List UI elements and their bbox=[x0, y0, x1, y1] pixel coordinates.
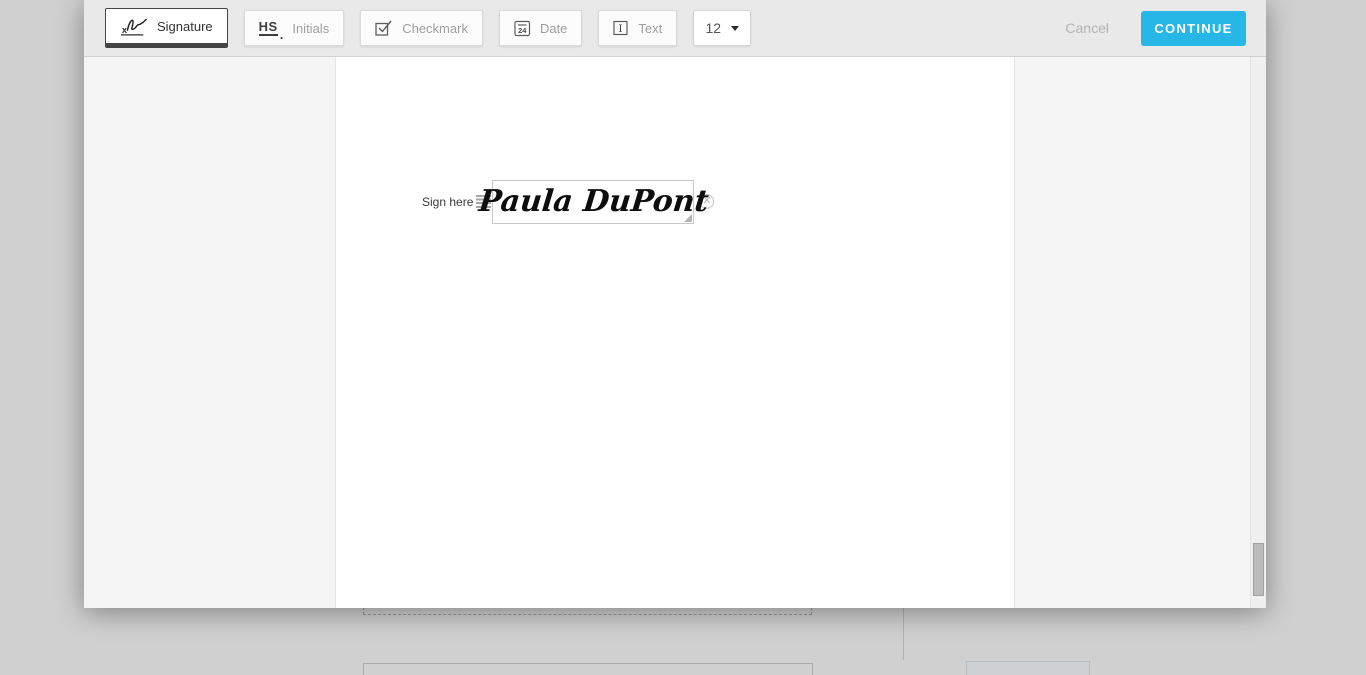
chevron-down-icon bbox=[731, 25, 740, 31]
initials-tool-label: Initials bbox=[292, 20, 330, 36]
text-box-icon: I bbox=[613, 20, 629, 36]
scrollbar-thumb[interactable] bbox=[1253, 543, 1264, 596]
date-tool-button[interactable]: 24 Date bbox=[498, 10, 583, 46]
signature-editor-modal: x Signature HS . Initials Checkmark 24 D… bbox=[84, 0, 1266, 608]
font-size-value: 12 bbox=[705, 20, 722, 36]
continue-button[interactable]: CONTINUE bbox=[1141, 10, 1246, 46]
background-text-box bbox=[363, 663, 813, 675]
calendar-icon: 24 bbox=[514, 20, 531, 37]
editor-toolbar: x Signature HS . Initials Checkmark 24 D… bbox=[84, 0, 1266, 57]
scrollbar[interactable] bbox=[1250, 57, 1266, 608]
initials-icon-dot: . bbox=[279, 27, 284, 42]
calendar-icon-number: 24 bbox=[518, 26, 527, 35]
date-tool-label: Date bbox=[539, 20, 568, 36]
background-divider-line bbox=[903, 606, 904, 660]
tool-button-group: x Signature HS . Initials Checkmark 24 D… bbox=[105, 8, 752, 48]
signature-tool-label: Signature bbox=[157, 18, 213, 34]
document-page[interactable]: Sign here Paula DuPont ✕ bbox=[335, 57, 1015, 608]
background-button-placeholder bbox=[966, 661, 1090, 675]
checkmark-tool-button[interactable]: Checkmark bbox=[360, 10, 483, 46]
sign-here-label: Sign here bbox=[422, 194, 474, 209]
checkbox-check-icon bbox=[375, 20, 393, 36]
initials-tool-button[interactable]: HS . Initials bbox=[243, 10, 345, 46]
font-size-dropdown[interactable]: 12 bbox=[693, 10, 752, 46]
signature-field[interactable]: Paula DuPont bbox=[477, 179, 710, 224]
resize-handle[interactable] bbox=[684, 213, 693, 222]
signature-icon: x bbox=[120, 16, 148, 37]
signature-tool-button[interactable]: x Signature bbox=[105, 8, 228, 48]
text-icon-i-glyph: I bbox=[619, 24, 623, 35]
signature-text: Paula DuPont bbox=[476, 184, 710, 219]
document-viewer: Sign here Paula DuPont ✕ bbox=[84, 57, 1266, 608]
cancel-button[interactable]: Cancel bbox=[1065, 20, 1109, 36]
signature-field-row: Sign here Paula DuPont ✕ bbox=[422, 179, 715, 224]
text-tool-label: Text bbox=[638, 20, 663, 36]
checkmark-tool-label: Checkmark bbox=[402, 20, 468, 36]
initials-icon: HS bbox=[258, 19, 278, 36]
action-button-group: Cancel CONTINUE bbox=[1065, 10, 1246, 46]
text-tool-button[interactable]: I Text bbox=[598, 10, 678, 46]
